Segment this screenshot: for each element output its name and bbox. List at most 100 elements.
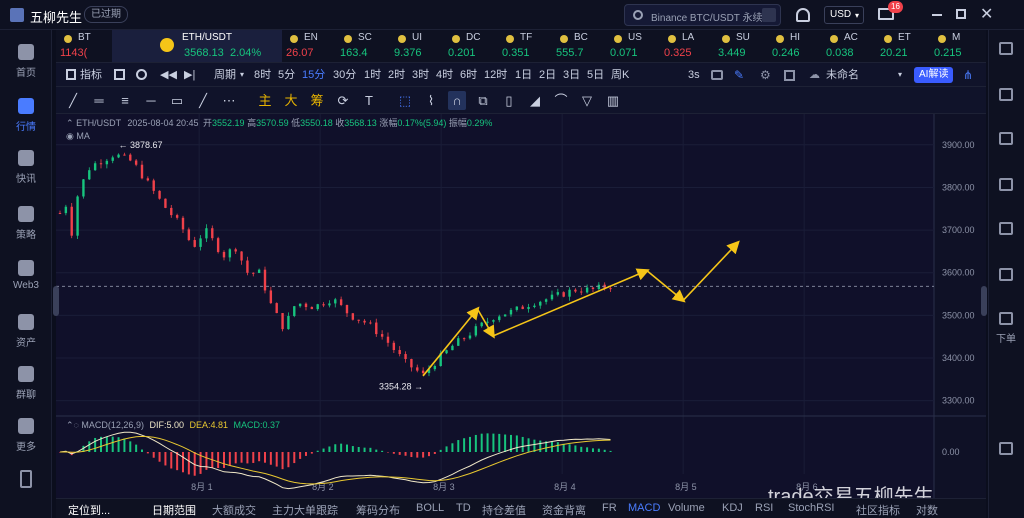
- ray-icon[interactable]: ╱: [194, 91, 212, 110]
- clipboard-icon[interactable]: ▯: [500, 91, 518, 110]
- order-label[interactable]: 下单: [996, 330, 1016, 345]
- indicator-tab[interactable]: MACD: [628, 502, 660, 514]
- indicator-tab[interactable]: BOLL: [416, 502, 444, 514]
- chart-area[interactable]: 3300.00 3400.00 3500.00 3600.00 3700.00 3800.…: [53, 114, 987, 508]
- template-icon[interactable]: [114, 69, 125, 80]
- nav-assets[interactable]: 资产: [0, 314, 52, 349]
- hline-icon[interactable]: ═: [90, 91, 108, 110]
- nav-more[interactable]: 更多: [0, 418, 52, 453]
- interval-6时[interactable]: 6时: [460, 63, 477, 87]
- nav-strategy[interactable]: 策略: [0, 206, 52, 241]
- ticker-item[interactable]: M 0.215: [932, 30, 980, 62]
- indicator-tab[interactable]: 日期范围: [152, 502, 196, 518]
- interval-1日[interactable]: 1日: [515, 63, 532, 87]
- close-icon[interactable]: ✕: [980, 4, 993, 24]
- indicator-tab[interactable]: StochRSI: [788, 502, 834, 514]
- magnet-icon[interactable]: ∩: [448, 91, 466, 110]
- hray-icon[interactable]: ─: [142, 91, 160, 110]
- order-icon[interactable]: [999, 312, 1013, 325]
- interval-3时[interactable]: 3时: [412, 63, 429, 87]
- tool-large[interactable]: 大: [282, 91, 300, 110]
- channel-icon[interactable]: ≡: [116, 91, 134, 110]
- minimize-icon[interactable]: [932, 14, 942, 16]
- ticker-item[interactable]: BT 1143(: [58, 30, 106, 62]
- pencil-icon[interactable]: ✎: [734, 63, 744, 87]
- ticker-item[interactable]: ET 20.21: [878, 30, 926, 62]
- brush-icon[interactable]: ⌒: [552, 91, 570, 110]
- restore-icon[interactable]: [956, 9, 966, 19]
- ticker-item[interactable]: SC 163.4: [338, 30, 386, 62]
- ticker-item[interactable]: BC 555.7: [554, 30, 602, 62]
- ticker-item[interactable]: LA 0.325: [662, 30, 710, 62]
- indicator-tab[interactable]: KDJ: [722, 502, 743, 514]
- phone-icon[interactable]: [20, 470, 32, 488]
- ticker-item[interactable]: HI 0.246: [770, 30, 818, 62]
- filter-icon[interactable]: ▽: [578, 91, 596, 110]
- camera-icon[interactable]: [711, 70, 723, 80]
- interval-15分[interactable]: 15分: [302, 63, 325, 87]
- ticker-item[interactable]: SU 3.449: [716, 30, 764, 62]
- interval-2时[interactable]: 2时: [388, 63, 405, 87]
- collapse-icon[interactable]: ⌃: [66, 118, 74, 128]
- bell-icon[interactable]: ◌: [74, 420, 79, 430]
- interval-1时[interactable]: 1时: [364, 63, 381, 87]
- nav-chat[interactable]: 群聊: [0, 366, 52, 401]
- collapse-left-handle[interactable]: [53, 286, 59, 316]
- indicator-tab[interactable]: 资金背离: [542, 502, 586, 518]
- rectangle-icon[interactable]: ▭: [168, 91, 186, 110]
- indicator-tab[interactable]: 筹码分布: [356, 502, 400, 518]
- indicator-tab[interactable]: 社区指标: [856, 502, 900, 518]
- period-button[interactable]: 周期: [214, 63, 236, 87]
- fullscreen-icon[interactable]: [784, 70, 795, 81]
- indicator-tab[interactable]: 持仓差值: [482, 502, 526, 518]
- eye-icon[interactable]: ◉: [66, 131, 74, 141]
- tool-chip[interactable]: 筹: [308, 91, 326, 110]
- ticker-item[interactable]: EN 26.07: [284, 30, 332, 62]
- ticker-item[interactable]: TF 0.351: [500, 30, 548, 62]
- ai-read-button[interactable]: AI解读: [914, 67, 954, 83]
- document-icon[interactable]: [999, 88, 1013, 101]
- ruler-icon[interactable]: ⌇: [422, 91, 440, 110]
- interval-2日[interactable]: 2日: [539, 63, 556, 87]
- settings-icon[interactable]: ⚙: [760, 63, 771, 87]
- ticker-item[interactable]: US 0.071: [608, 30, 656, 62]
- collapse-right-handle[interactable]: [981, 286, 987, 316]
- bell-icon[interactable]: [796, 8, 810, 22]
- rewind-icon[interactable]: ◀◀: [160, 63, 177, 87]
- eraser-icon[interactable]: ◢: [526, 91, 544, 110]
- select-icon[interactable]: ⬚: [396, 91, 414, 110]
- nav-market[interactable]: 行情: [0, 98, 52, 133]
- depth-icon[interactable]: [999, 222, 1013, 235]
- indicator-tab[interactable]: RSI: [755, 502, 773, 514]
- indicator-tab[interactable]: FR: [602, 502, 617, 514]
- compare-icon[interactable]: [136, 69, 147, 80]
- collapse-icon[interactable]: ⌃: [66, 420, 74, 430]
- interval-5分[interactable]: 5分: [278, 63, 295, 87]
- layout-icon[interactable]: [999, 442, 1013, 455]
- interval-30分[interactable]: 30分: [333, 63, 356, 87]
- ticker-item-active[interactable]: ETH/USDT 3568.13 2.04%: [112, 30, 282, 62]
- ticker-item[interactable]: AC 0.038: [824, 30, 872, 62]
- refresh-rate[interactable]: 3s: [688, 63, 700, 87]
- replay-icon[interactable]: ▶|: [184, 63, 195, 87]
- layout-name[interactable]: 未命名: [826, 63, 859, 87]
- currency-select[interactable]: USD ▾: [824, 6, 864, 24]
- more-tools-icon[interactable]: ⋯: [220, 91, 238, 110]
- nav-news[interactable]: 快讯: [0, 150, 52, 185]
- tool-main[interactable]: 主: [256, 91, 274, 110]
- candle-type-icon[interactable]: [66, 69, 76, 80]
- indicator-tab[interactable]: Volume: [668, 502, 705, 514]
- text-icon[interactable]: T: [360, 91, 378, 110]
- nav-web3[interactable]: Web3: [0, 260, 52, 291]
- interval-周K[interactable]: 周K: [611, 63, 629, 87]
- interval-8时[interactable]: 8时: [254, 63, 271, 87]
- indicator-tab[interactable]: TD: [456, 502, 471, 514]
- indicator-tab[interactable]: 主力大单跟踪: [272, 502, 338, 518]
- trend-icon[interactable]: [999, 178, 1013, 191]
- sync-icon[interactable]: ⟳: [334, 91, 352, 110]
- interval-3日[interactable]: 3日: [563, 63, 580, 87]
- indicator-tab[interactable]: 定位到...: [68, 502, 110, 518]
- list-icon[interactable]: [999, 42, 1013, 55]
- nav-home[interactable]: 首页: [0, 44, 52, 79]
- watchlist-icon[interactable]: [999, 132, 1013, 145]
